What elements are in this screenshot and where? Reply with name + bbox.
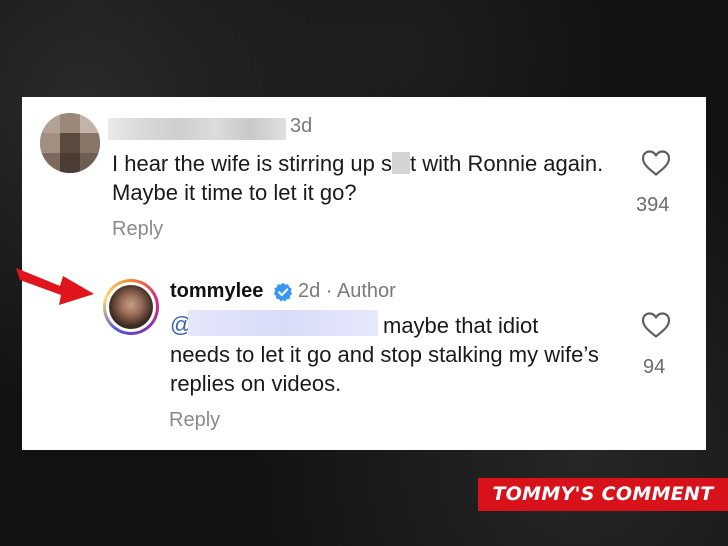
caption-banner: TOMMY'S COMMENT [478,478,728,511]
username-redacted [108,118,286,140]
like-count: 94 [643,356,666,378]
reply-button[interactable]: Reply [112,218,163,241]
comment-text-line1: maybe that idiot [383,313,539,338]
verified-badge-icon [273,282,293,302]
red-arrow-icon [16,268,94,305]
comment-text: I hear the wife is stirring up st with R… [112,151,604,205]
username[interactable]: tommylee [170,280,263,303]
reply-button[interactable]: Reply [169,409,220,432]
heart-outline-icon[interactable] [641,149,671,177]
avatar-blurred[interactable] [40,113,100,173]
profile-photo [109,285,153,329]
comment-timestamp: 3d [290,115,313,137]
comment-text-rest: needs to let it go and stop stalking my … [170,342,599,396]
avatar-tommylee[interactable] [103,279,159,335]
comment-meta: 2d · Author [298,280,396,302]
heart-outline-icon[interactable] [641,311,671,339]
mention-redacted[interactable] [188,310,378,336]
like-count: 394 [636,194,670,216]
censor-block [392,152,411,174]
